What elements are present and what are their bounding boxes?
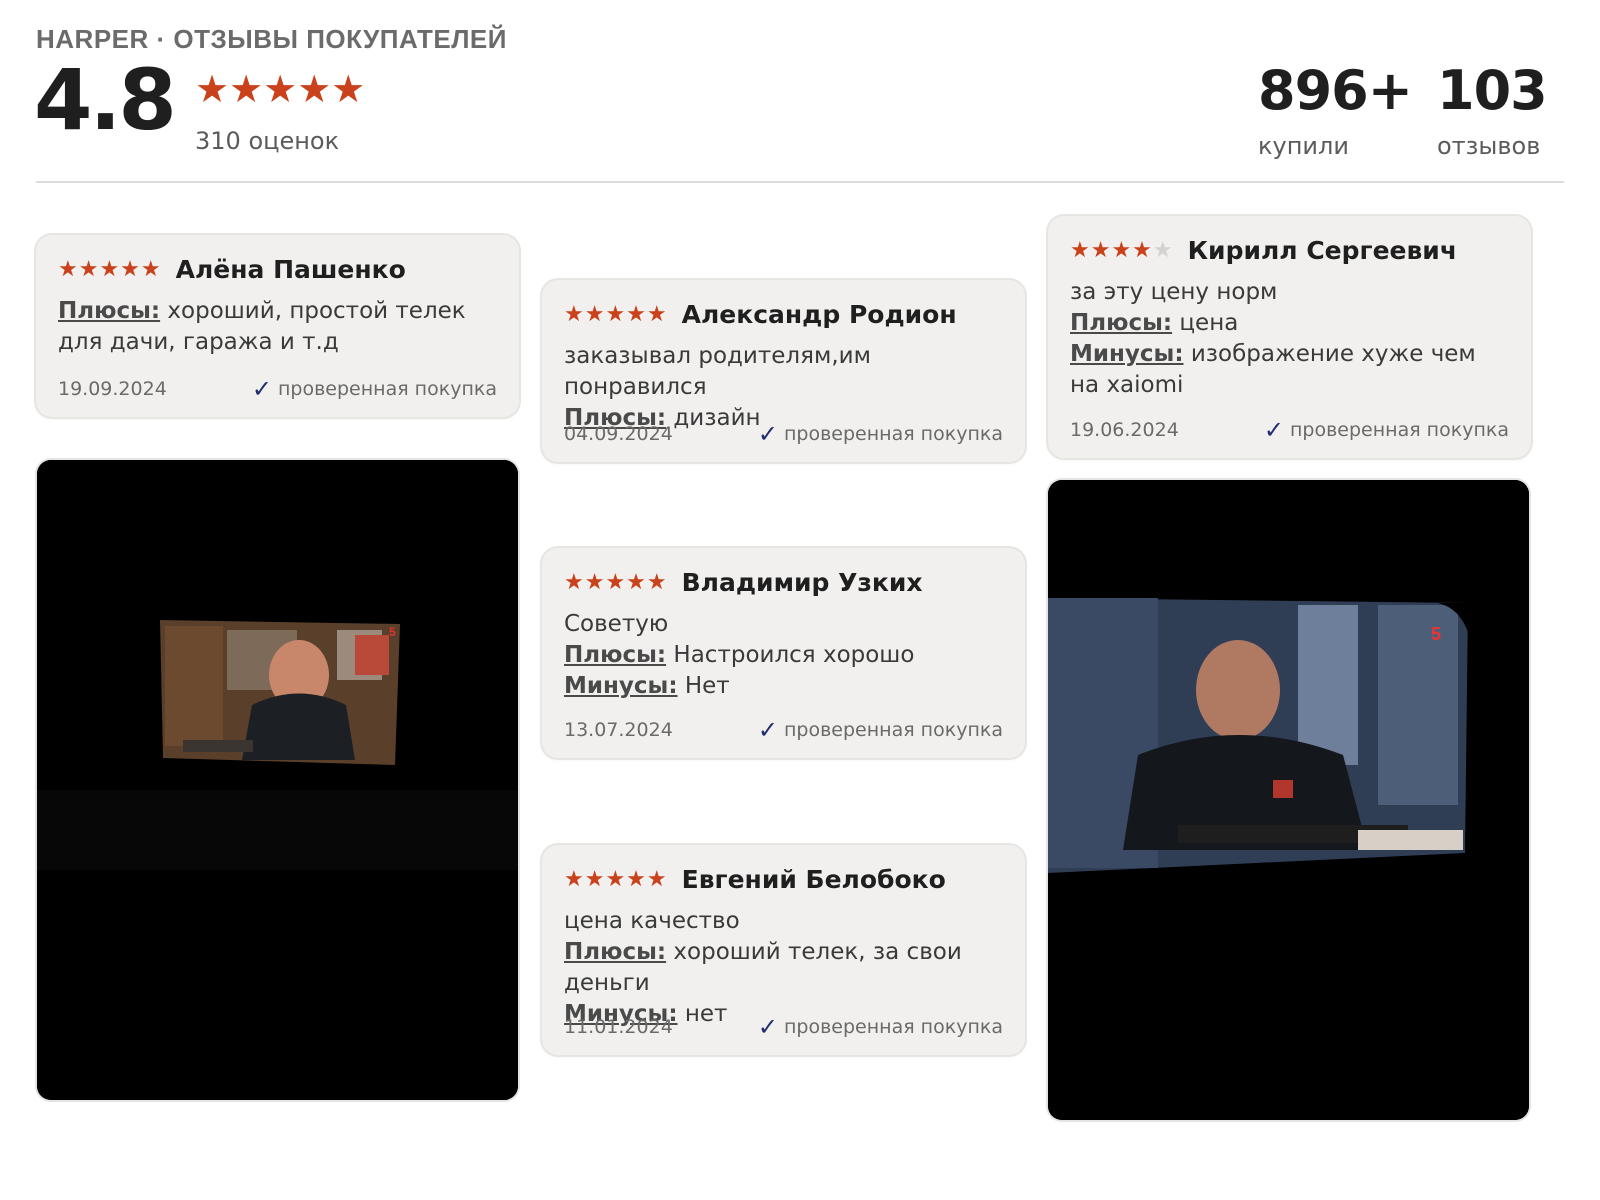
pros-label: Плюсы: (564, 642, 667, 668)
check-icon: ✓ (757, 716, 778, 744)
check-icon: ✓ (251, 375, 272, 403)
purchases-label: купили (1258, 132, 1349, 160)
cons-label: Минусы: (1070, 341, 1184, 367)
check-icon: ✓ (757, 1013, 778, 1041)
rating-stars: ★★★★★ (195, 67, 366, 111)
verified-badge: ✓ проверенная покупка (1264, 418, 1509, 442)
verified-label: проверенная покупка (783, 719, 1003, 741)
check-icon: ✓ (757, 420, 778, 448)
verified-label: проверенная покупка (783, 423, 1003, 445)
ratings-count: 310 оценок (195, 127, 340, 155)
review-body: цена качество Плюсы: хороший телек, за с… (564, 906, 1003, 1030)
review-card: ★★★★★ Евгений Белобоко цена качество Плю… (542, 845, 1025, 1055)
review-stars: ★★★★★ (564, 866, 668, 892)
purchases-count: 896+ (1258, 59, 1413, 122)
pros-text: Настроился хорошо (673, 642, 915, 668)
review-photo[interactable]: 5 (1048, 480, 1529, 1120)
review-card: ★★★★★ Александр Родион заказывал родител… (542, 280, 1025, 462)
verified-badge: ✓ проверенная покупка (758, 1015, 1003, 1039)
verified-badge: ✓ проверенная покупка (252, 377, 497, 401)
verified-label: проверенная покупка (1289, 419, 1509, 441)
reviews-count: 103 (1437, 59, 1548, 122)
pros-text: цена (1179, 310, 1239, 336)
review-date: 19.09.2024 (58, 378, 167, 400)
review-body: за эту цену норм Плюсы: цена Минусы: изо… (1070, 277, 1509, 401)
verified-badge: ✓ проверенная покупка (758, 718, 1003, 742)
reviews-stat: 103 отзывов (1437, 59, 1548, 161)
tv-channel-label: 5 (389, 625, 396, 639)
review-date: 04.09.2024 (564, 423, 673, 445)
review-author: Кирилл Сергеевич (1187, 236, 1457, 265)
comment-text: за эту цену норм (1070, 279, 1278, 305)
review-date: 13.07.2024 (564, 719, 673, 741)
verified-badge: ✓ проверенная покупка (758, 422, 1003, 446)
review-author: Владимир Узких (681, 568, 923, 597)
review-stars: ★★★★★ (1070, 237, 1174, 263)
cons-text: Нет (684, 673, 730, 699)
pros-label: Плюсы: (58, 298, 161, 324)
purchases-stat: 896+ купили (1258, 59, 1413, 161)
review-author: Алёна Пашенко (175, 255, 406, 284)
review-card: ★★★★★ Кирилл Сергеевич за эту цену норм … (1048, 216, 1531, 458)
review-stars: ★★★★★ (564, 569, 668, 595)
tv-channel-label: 5 (1431, 624, 1441, 644)
comment-text: цена качество (564, 908, 740, 934)
cons-label: Минусы: (564, 673, 678, 699)
verified-label: проверенная покупка (783, 1016, 1003, 1038)
pros-label: Плюсы: (1070, 310, 1173, 336)
comment-text: Советую (564, 611, 669, 637)
review-author: Евгений Белобоко (681, 865, 946, 894)
reviews-label: отзывов (1437, 132, 1541, 160)
verified-label: проверенная покупка (277, 378, 497, 400)
review-author: Александр Родион (681, 300, 957, 329)
review-date: 11.01.2024 (564, 1016, 673, 1038)
review-stars: ★★★★★ (564, 301, 668, 327)
review-card: ★★★★★ Владимир Узких Советую Плюсы: Наст… (542, 548, 1025, 758)
review-date: 19.06.2024 (1070, 419, 1179, 441)
header-divider (36, 181, 1564, 183)
pros-label: Плюсы: (564, 939, 667, 965)
review-body: заказывал родителям,им понравился Плюсы:… (564, 341, 1003, 434)
review-photo[interactable]: 5 (37, 460, 518, 1100)
tv-photo-icon: 5 (37, 460, 518, 1100)
review-stars: ★★★★★ (58, 256, 162, 282)
comment-text: заказывал родителям,им понравился (564, 343, 871, 400)
check-icon: ✓ (1263, 416, 1284, 444)
review-body: Советую Плюсы: Настроился хорошо Минусы:… (564, 609, 1003, 702)
review-card: ★★★★★ Алёна Пашенко Плюсы: хороший, прос… (36, 235, 519, 417)
review-body: Плюсы: хороший, простой телек для дачи, … (58, 296, 497, 358)
tv-photo-icon: 5 (1048, 480, 1529, 1120)
average-rating: 4.8 (34, 51, 177, 149)
